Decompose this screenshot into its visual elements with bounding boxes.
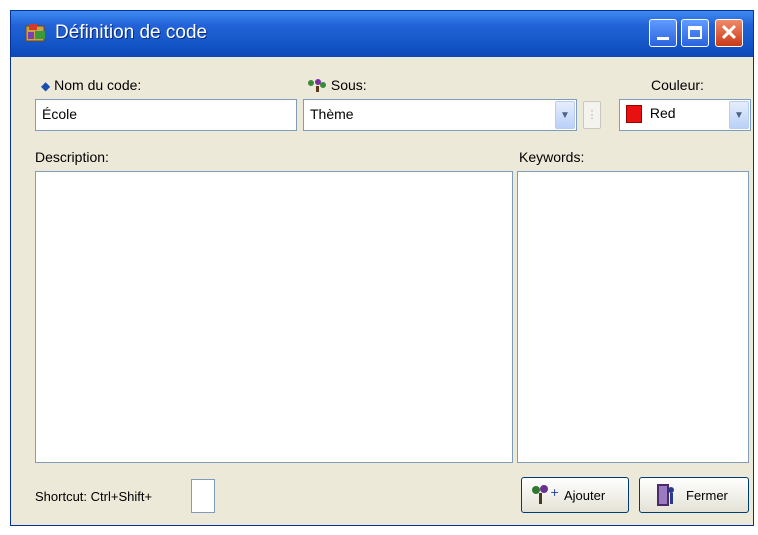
keywords-textarea[interactable]	[517, 171, 749, 463]
parent-label-row: Sous:	[307, 77, 367, 93]
window-title: Définition de code	[55, 22, 208, 43]
chevron-down-icon: ▼	[734, 110, 744, 121]
list-icon: ⋮	[586, 109, 598, 121]
code-definition-window: Définition de code ✕ ◆ Nom du code: Écol…	[10, 10, 754, 526]
code-name-input[interactable]: École	[35, 99, 297, 131]
add-code-icon: +	[532, 485, 559, 504]
parent-action-button[interactable]: ⋮	[583, 101, 601, 129]
add-button-label: Ajouter	[564, 488, 606, 503]
code-name-value: École	[42, 106, 78, 122]
color-value: Red	[649, 105, 676, 121]
chevron-down-icon: ▼	[560, 110, 570, 121]
codebook-icon	[25, 24, 45, 42]
color-dropdown-button[interactable]: ▼	[729, 101, 749, 129]
title-bar[interactable]: Définition de code ✕	[11, 11, 753, 57]
close-button[interactable]: Fermer	[639, 477, 749, 513]
color-label: Couleur:	[651, 77, 704, 93]
parent-select[interactable]: Thème ▼	[303, 99, 577, 131]
keywords-label: Keywords:	[519, 149, 585, 165]
svg-text:+: +	[550, 486, 559, 499]
description-label: Description:	[35, 149, 109, 165]
tree-icon	[308, 79, 326, 92]
code-name-label-row: ◆ Nom du code:	[41, 77, 141, 93]
maximize-icon	[688, 26, 702, 39]
maximize-button[interactable]	[681, 19, 709, 47]
close-window-button[interactable]: ✕	[715, 19, 743, 47]
minimize-button[interactable]	[649, 19, 677, 47]
code-name-label: Nom du code:	[54, 77, 142, 93]
parent-value: Thème	[310, 106, 354, 122]
color-select[interactable]: Red ▼	[619, 99, 751, 131]
exit-door-icon	[657, 484, 674, 506]
shortcut-label: Shortcut: Ctrl+Shift+	[35, 489, 153, 504]
parent-dropdown-button[interactable]: ▼	[555, 101, 575, 129]
close-button-label: Fermer	[686, 488, 728, 503]
parent-label: Sous:	[330, 77, 367, 93]
add-button[interactable]: + Ajouter	[521, 477, 629, 513]
minimize-icon	[657, 37, 669, 40]
diamond-icon: ◆	[41, 79, 51, 93]
close-icon: ✕	[719, 20, 739, 45]
shortcut-key-input[interactable]	[191, 479, 215, 513]
color-swatch	[626, 105, 642, 124]
description-textarea[interactable]	[35, 171, 513, 463]
